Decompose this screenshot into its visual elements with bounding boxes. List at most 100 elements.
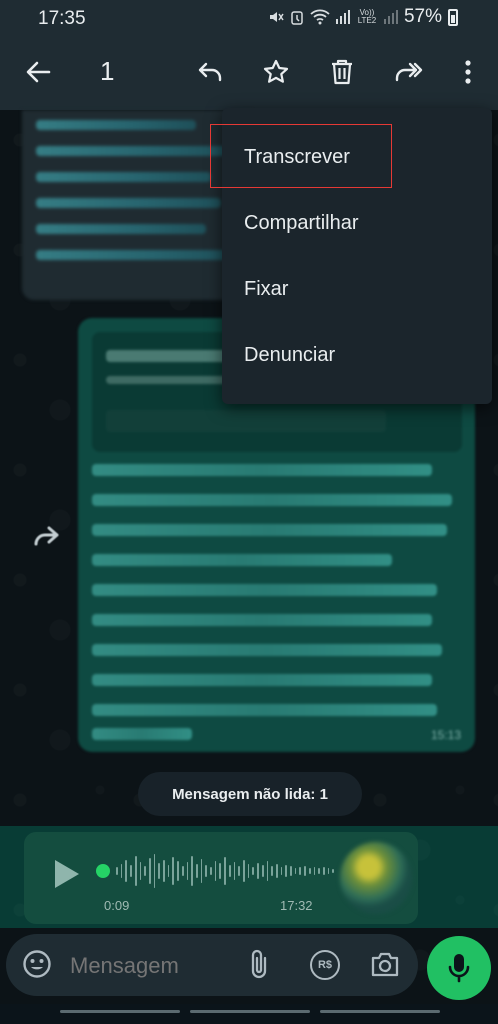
menu-item-report[interactable]: Denunciar xyxy=(222,322,492,388)
waveform-bar xyxy=(308,868,311,874)
waveform-bar xyxy=(318,868,320,874)
voice-record-button[interactable] xyxy=(427,936,491,1000)
status-bar: 17:35 Vo)) LTE2 57% xyxy=(0,0,498,36)
waveform-bar xyxy=(181,866,184,876)
highlight-box xyxy=(210,124,392,188)
paperclip-icon xyxy=(251,949,267,979)
menu-item-share[interactable]: Compartilhar xyxy=(222,190,492,256)
star-button[interactable] xyxy=(256,52,296,92)
waveform-bar xyxy=(275,864,278,878)
camera-icon xyxy=(371,952,399,977)
waveform-bar xyxy=(219,863,222,879)
waveform-bar xyxy=(332,869,335,873)
emoji-icon xyxy=(23,950,51,978)
selection-toolbar: 1 xyxy=(0,36,498,110)
reply-button[interactable] xyxy=(190,52,230,92)
waveform-bar xyxy=(148,858,151,884)
reply-icon xyxy=(198,62,222,82)
waveform-bar xyxy=(233,862,236,880)
waveform-bar xyxy=(228,865,231,877)
waveform-bar xyxy=(200,859,203,883)
sender-avatar[interactable] xyxy=(340,842,412,914)
star-icon xyxy=(263,59,289,83)
emoji-button[interactable] xyxy=(22,949,54,981)
unread-messages-banner: Mensagem não lida: 1 xyxy=(138,772,362,816)
play-button[interactable] xyxy=(50,854,84,894)
waveform-bar xyxy=(242,860,245,882)
nav-back[interactable] xyxy=(320,1010,440,1013)
signal-icon-2 xyxy=(383,10,398,24)
forward-icon xyxy=(395,62,423,82)
waveform-bar xyxy=(266,861,269,881)
waveform-bar xyxy=(144,866,146,876)
back-arrow-icon xyxy=(26,61,51,83)
whatsapp-chat-screen: 17:35 Vo)) LTE2 57% 1 15:13 Mensagem não… xyxy=(0,0,498,1024)
waveform-bar xyxy=(285,865,288,877)
status-time: 17:35 xyxy=(38,8,86,29)
waveform-bar xyxy=(158,863,161,879)
waveform-bar xyxy=(191,856,193,886)
waveform-bar xyxy=(247,864,250,878)
waveform-bar xyxy=(205,865,208,877)
alarm-icon xyxy=(291,11,303,25)
forward-button[interactable] xyxy=(388,52,428,92)
message-input[interactable] xyxy=(68,952,232,980)
waveform-bar xyxy=(153,854,156,888)
waveform-bar xyxy=(290,866,292,876)
waveform-bar xyxy=(299,867,302,875)
waveform-bar xyxy=(294,868,297,874)
play-icon xyxy=(55,860,79,888)
waveform-bar xyxy=(327,868,330,874)
waveform-bar xyxy=(304,866,306,876)
waveform-bar xyxy=(125,860,128,882)
menu-item-pin[interactable]: Fixar xyxy=(222,256,492,322)
waveform-bar xyxy=(257,863,259,879)
nav-recent-apps[interactable] xyxy=(60,1010,180,1013)
forward-share-icon xyxy=(34,526,59,546)
playback-position-dot[interactable] xyxy=(96,864,110,878)
waveform-bar xyxy=(280,867,283,875)
nav-home[interactable] xyxy=(190,1010,310,1013)
more-options-icon xyxy=(465,60,471,84)
waveform-bar xyxy=(130,865,132,877)
delete-icon xyxy=(332,59,352,85)
status-icons: Vo)) LTE2 57% xyxy=(268,6,458,28)
waveform-bar xyxy=(167,865,170,877)
payment-icon-label: R$ xyxy=(317,959,333,971)
waveform-bar xyxy=(210,867,212,875)
audio-duration: 0:09 xyxy=(104,898,130,913)
delete-button[interactable] xyxy=(322,52,362,92)
waveform-bar xyxy=(177,861,179,881)
waveform-bar xyxy=(271,866,273,876)
message-timestamp: 15:13 xyxy=(430,728,461,742)
message-input-bar: R$ xyxy=(6,934,418,996)
back-button[interactable] xyxy=(18,52,58,92)
waveform-bar xyxy=(322,867,325,875)
system-navigation-bar xyxy=(0,1004,498,1024)
battery-icon xyxy=(448,8,458,26)
waveform-bar xyxy=(134,856,137,886)
waveform-bar xyxy=(186,862,189,880)
waveform-bar xyxy=(238,866,240,876)
wifi-icon xyxy=(310,9,330,25)
waveform-bar xyxy=(313,867,316,875)
forward-shortcut-button[interactable] xyxy=(28,518,64,554)
attach-button[interactable] xyxy=(248,948,278,982)
payment-button[interactable]: R$ xyxy=(310,950,340,980)
camera-button[interactable] xyxy=(370,950,402,980)
signal-icon xyxy=(335,10,350,24)
more-options-button[interactable] xyxy=(448,52,488,92)
waveform-bar xyxy=(120,864,123,878)
waveform-bar xyxy=(116,867,118,875)
waveform-bar xyxy=(163,860,165,882)
waveform-bar xyxy=(195,864,198,878)
microphone-icon xyxy=(448,954,470,983)
waveform-bar xyxy=(252,867,255,875)
waveform-bar xyxy=(139,862,142,880)
waveform-bar xyxy=(214,861,217,881)
network-type-label: Vo)) LTE2 xyxy=(357,8,377,25)
battery-percent: 57% xyxy=(403,6,442,27)
mute-icon xyxy=(269,12,284,22)
audio-waveform[interactable] xyxy=(116,852,335,890)
waveform-bar xyxy=(224,857,226,885)
